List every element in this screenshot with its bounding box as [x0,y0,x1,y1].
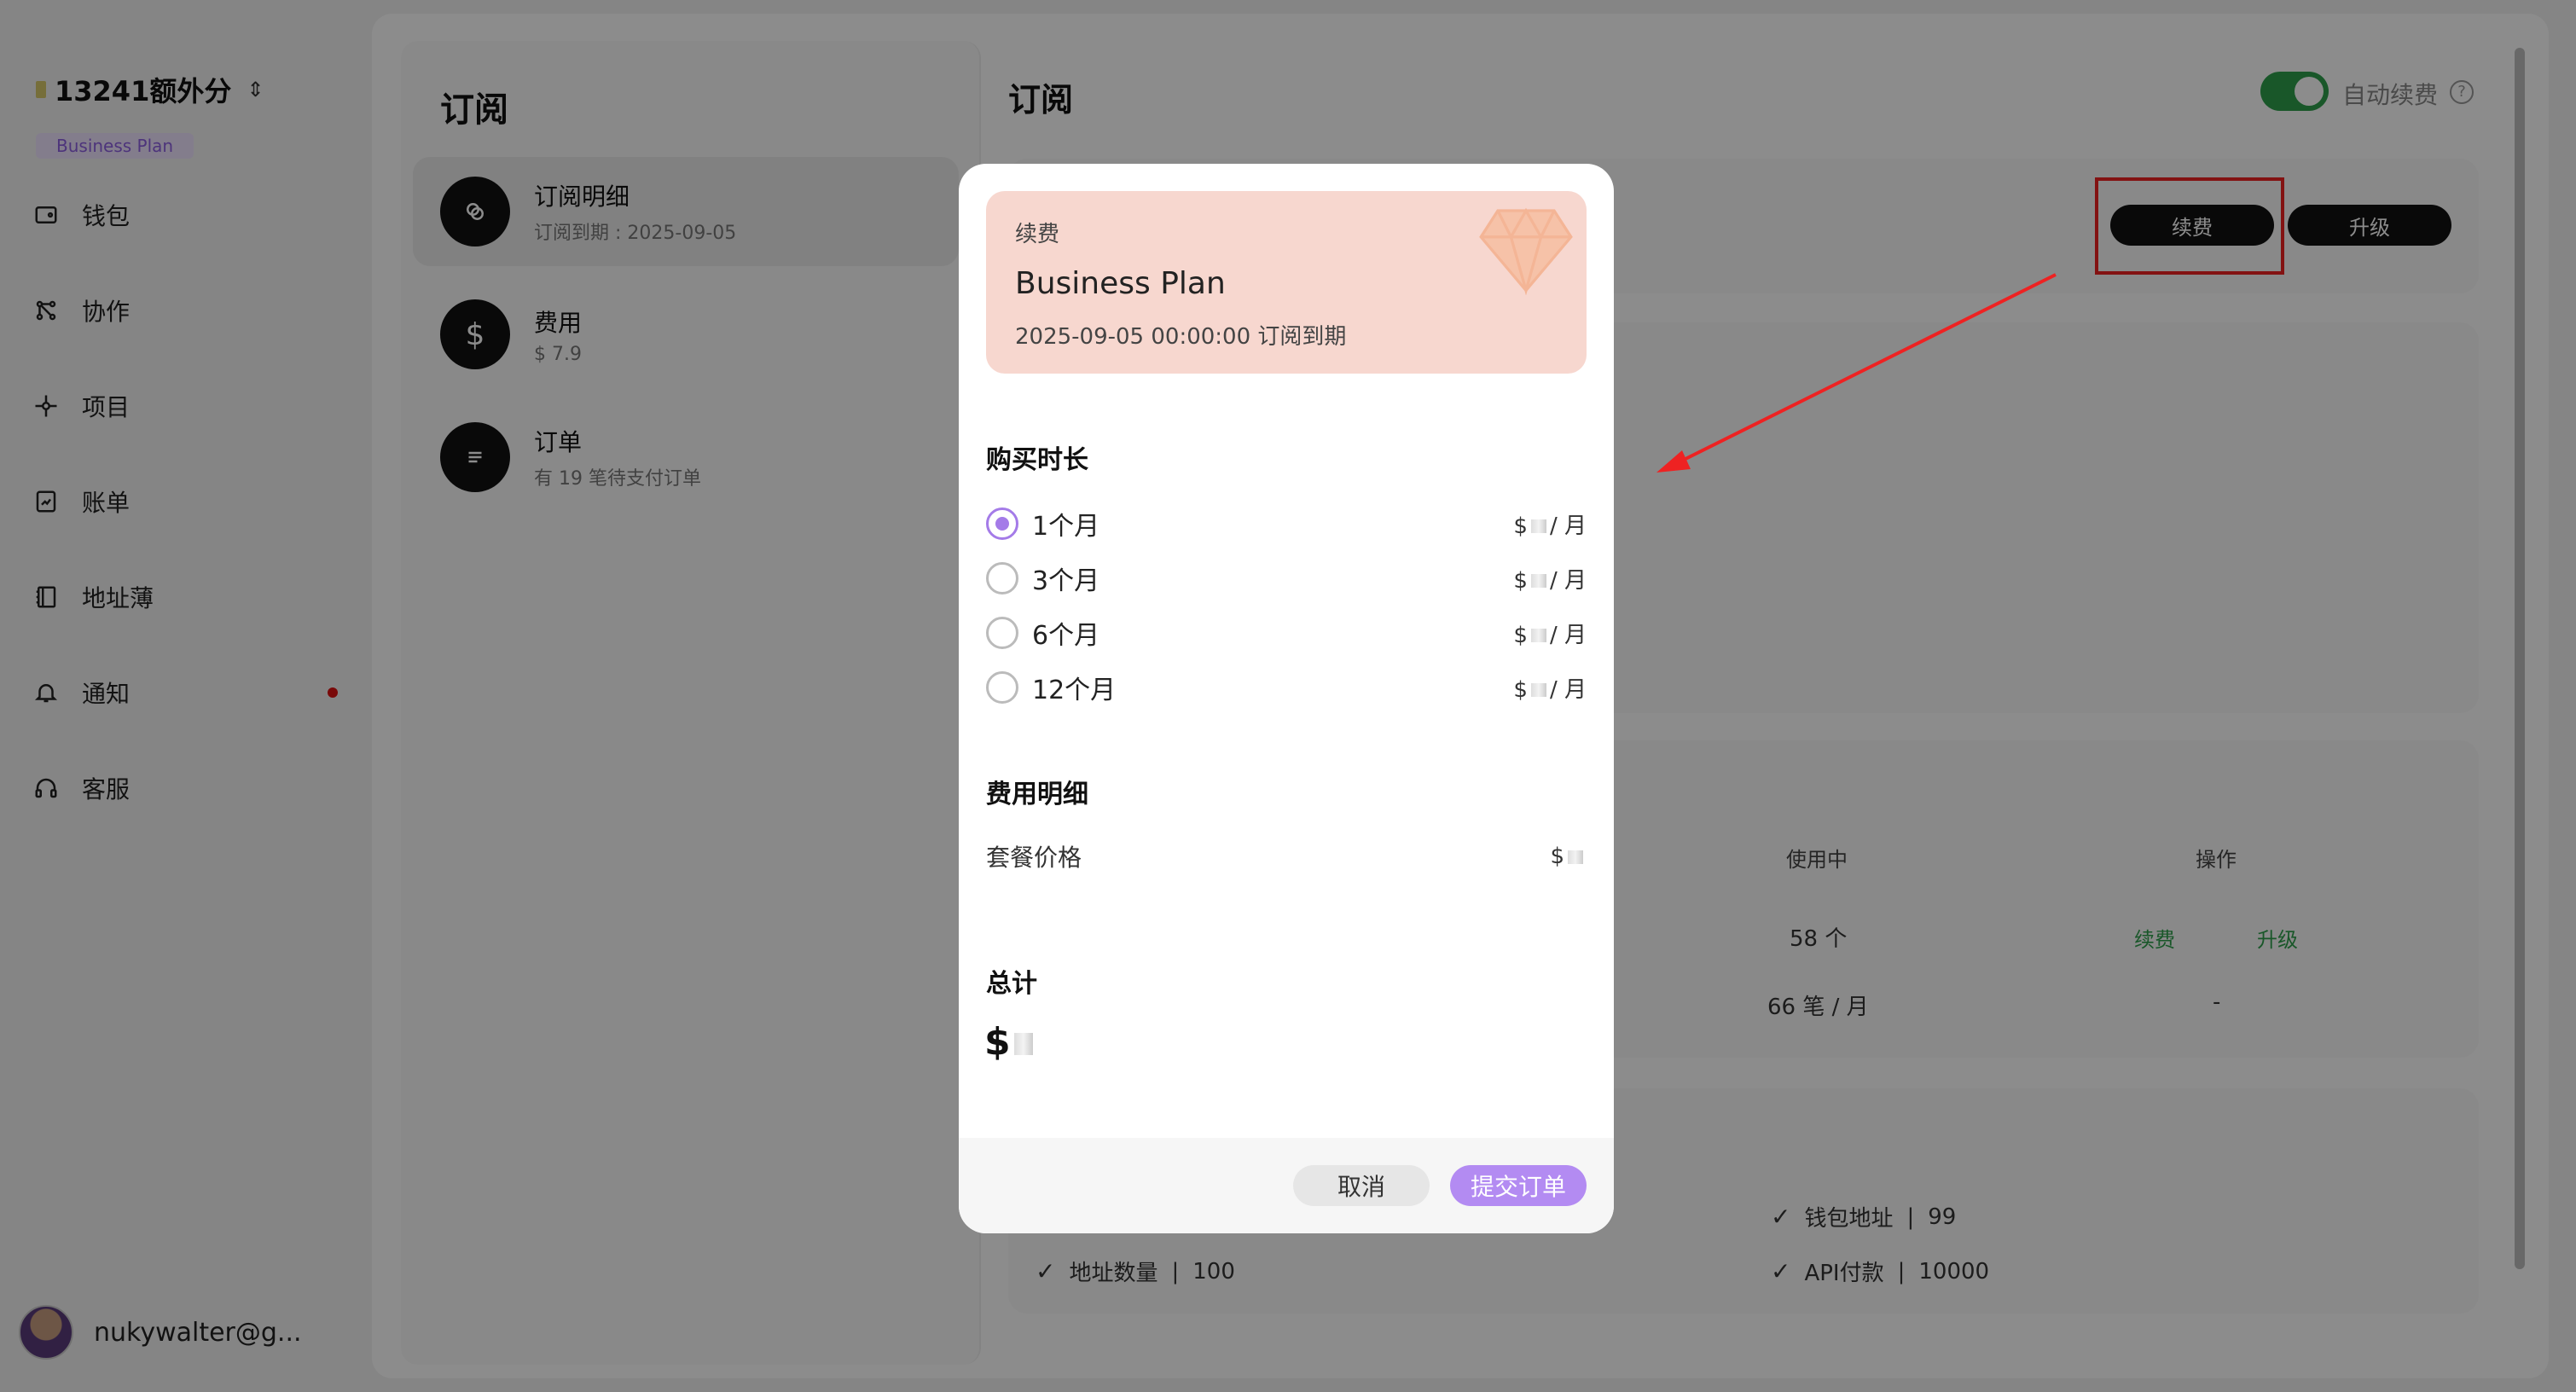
plan-name: Business Plan [1015,266,1226,301]
option-price: $ / 月 [1513,513,1587,539]
app-root: 13241额外分 ⇕ Business Plan 钱包 协作 项目 账单 地址薄… [0,0,2576,1392]
renew-modal: 续费 Business Plan 2025-09-05 00:00:00 订阅到… [959,164,1614,1233]
option-label: 3个月 [1032,566,1100,596]
radio-unselected[interactable] [986,671,1018,704]
total-value: $ [984,1020,1036,1064]
option-price: $ / 月 [1513,622,1587,648]
package-price-value: $ [1550,844,1587,869]
radio-selected[interactable] [986,508,1018,540]
option-price: $ / 月 [1513,676,1587,703]
submit-order-button[interactable]: 提交订单 [1450,1165,1587,1206]
duration-option-3m[interactable]: 3个月 $ / 月 [986,558,1587,599]
radio-unselected[interactable] [986,562,1018,594]
fee-detail-title: 费用明细 [986,780,1088,809]
package-price-label: 套餐价格 [986,844,1082,872]
package-price-row: 套餐价格 $ [986,839,1587,873]
duration-option-12m[interactable]: 12个月 $ / 月 [986,667,1587,708]
renew-label: 续费 [1015,222,1060,247]
cancel-button[interactable]: 取消 [1293,1165,1430,1206]
duration-option-6m[interactable]: 6个月 $ / 月 [986,612,1587,653]
duration-option-1m[interactable]: 1个月 $ / 月 [986,503,1587,544]
radio-unselected[interactable] [986,617,1018,649]
total-title: 总计 [986,969,1037,999]
duration-title: 购买时长 [986,445,1088,475]
option-label: 6个月 [1032,621,1100,651]
plan-expiry: 2025-09-05 00:00:00 订阅到期 [1015,324,1347,350]
option-price: $ / 月 [1513,567,1587,594]
diamond-icon [1479,207,1573,295]
option-label: 12个月 [1032,676,1117,705]
plan-info-card: 续费 Business Plan 2025-09-05 00:00:00 订阅到… [986,191,1587,374]
option-label: 1个月 [1032,512,1100,542]
